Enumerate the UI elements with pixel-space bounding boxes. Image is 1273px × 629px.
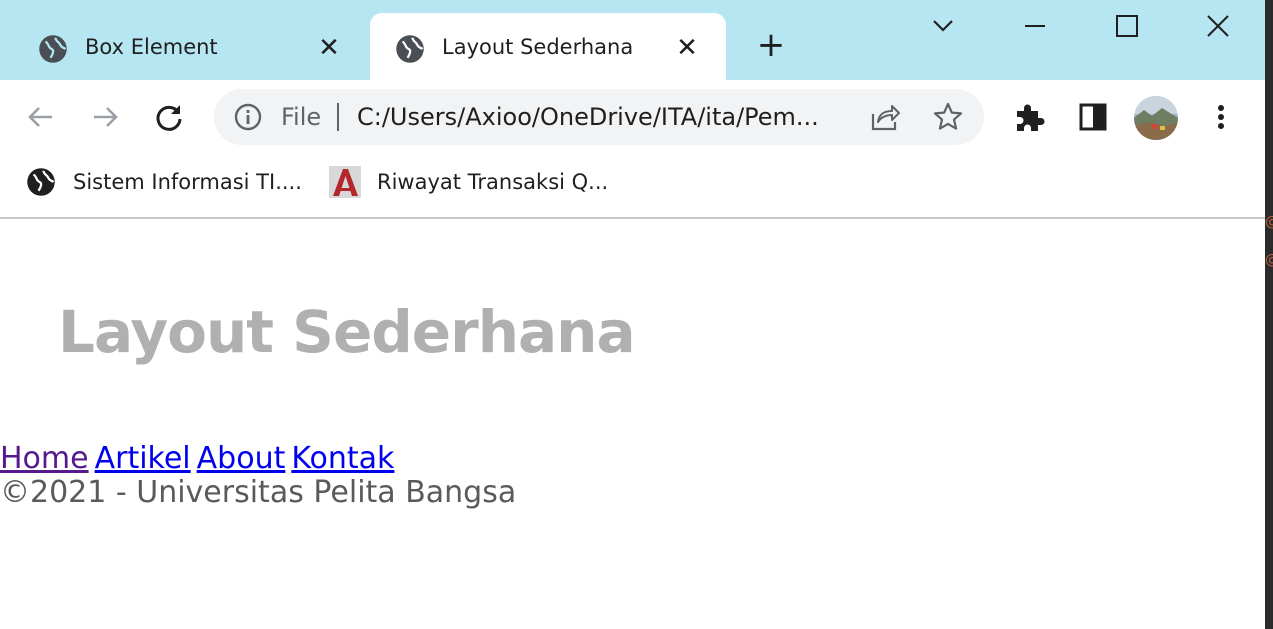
extensions-puzzle-icon[interactable]: [1012, 100, 1046, 134]
globe-icon: [27, 168, 55, 196]
minimize-icon[interactable]: [1015, 10, 1055, 42]
close-tab-icon[interactable]: ✕: [674, 35, 700, 61]
scheme-label: File: [281, 103, 322, 131]
page-title: Layout Sederhana: [58, 298, 636, 366]
tab-strip: Box Element ✕ Layout Sederhana ✕ +: [0, 0, 1265, 80]
close-tab-icon[interactable]: ✕: [316, 35, 342, 61]
background-window-edge: @ @: [1265, 0, 1273, 629]
share-icon[interactable]: [869, 102, 901, 132]
bookmark-riwayat-transaksi[interactable]: Riwayat Transaksi Q...: [329, 165, 608, 199]
bookmarks-bar: Sistem Informasi TI.... Riwayat Transaks…: [0, 155, 1265, 219]
bookmark-star-icon[interactable]: [932, 101, 964, 133]
background-window-fragment: @: [1265, 250, 1273, 270]
page-footer: ©2021 - Universitas Pelita Bangsa: [0, 475, 517, 510]
globe-icon: [39, 35, 67, 63]
tab-search-chevron-down-icon[interactable]: [923, 10, 963, 42]
profile-avatar[interactable]: [1134, 96, 1178, 140]
nav-link-artikel[interactable]: Artikel: [95, 441, 191, 476]
nav-link-kontak[interactable]: Kontak: [291, 441, 394, 476]
browser-window: Box Element ✕ Layout Sederhana ✕ + File …: [0, 0, 1265, 629]
forward-arrow-icon[interactable]: [88, 100, 122, 134]
tab-box-element[interactable]: Box Element ✕: [0, 13, 368, 80]
bookmark-sistem-informasi[interactable]: Sistem Informasi TI....: [26, 165, 302, 199]
menu-kebab-icon[interactable]: [1204, 100, 1238, 134]
bookmark-label: Riwayat Transaksi Q...: [377, 170, 609, 194]
side-panel-icon[interactable]: [1076, 100, 1110, 134]
back-arrow-icon[interactable]: [24, 100, 58, 134]
browser-toolbar: File C:/Users/Axioo/OneDrive/ITA/ita/Pem…: [0, 80, 1265, 155]
new-tab-plus-icon[interactable]: +: [756, 28, 786, 62]
page-content: Layout Sederhana Home Artikel About Kontak …: [0, 219, 1265, 629]
globe-icon: [396, 35, 424, 63]
nav-link-home[interactable]: Home: [0, 441, 89, 476]
maximize-icon[interactable]: [1107, 10, 1147, 42]
omnibox-divider: [337, 103, 339, 131]
bookmark-label: Sistem Informasi TI....: [73, 170, 302, 194]
info-icon[interactable]: [234, 103, 262, 131]
tab-title: Layout Sederhana: [442, 35, 634, 59]
background-window-fragment: @: [1265, 212, 1273, 232]
close-window-icon[interactable]: [1198, 10, 1238, 42]
tab-title: Box Element: [85, 35, 218, 59]
reload-icon[interactable]: [152, 100, 186, 134]
url-text[interactable]: C:/Users/Axioo/OneDrive/ITA/ita/Pem...: [357, 101, 852, 133]
site-favicon-icon: [329, 166, 361, 198]
address-bar[interactable]: File C:/Users/Axioo/OneDrive/ITA/ita/Pem…: [214, 89, 984, 145]
nav-link-about[interactable]: About: [197, 441, 286, 476]
tab-layout-sederhana[interactable]: Layout Sederhana ✕: [370, 13, 726, 80]
